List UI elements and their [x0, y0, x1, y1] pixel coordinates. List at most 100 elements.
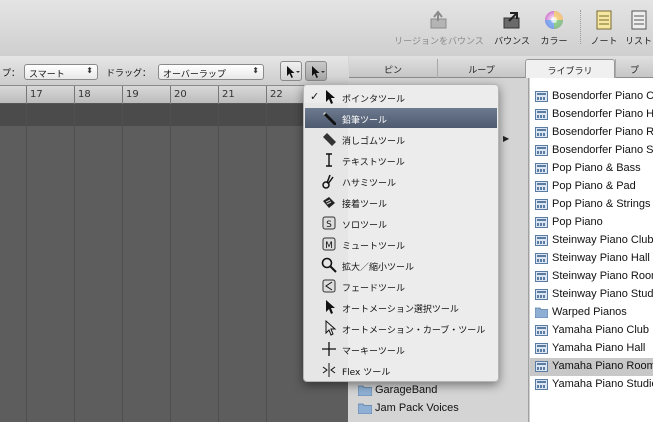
menu-item-label: ポインタツール	[342, 95, 406, 105]
patch-label: Steinway Piano Room	[552, 270, 653, 282]
patch-icon	[535, 253, 548, 264]
menu-item-zoom[interactable]: 拡大／縮小ツール	[305, 255, 497, 275]
zoom-icon	[321, 257, 337, 273]
menu-item-marquee[interactable]: マーキーツール	[305, 339, 497, 359]
grid-line	[218, 104, 219, 422]
ruler-mark: 19	[122, 86, 139, 104]
drag-mode-popup[interactable]: オーバーラップ ⬍	[158, 64, 264, 80]
menu-item-automation-select[interactable]: オートメーション選択ツール	[305, 297, 497, 317]
menu-item-label: 拡大／縮小ツール	[342, 263, 415, 273]
note-label: ノート	[590, 37, 618, 47]
library-patch-item[interactable]: Pop Piano & Strings	[530, 196, 653, 214]
menu-item-glue[interactable]: 接着ツール	[305, 192, 497, 212]
patch-icon	[535, 343, 548, 354]
command-click-tool-button[interactable]	[305, 61, 327, 81]
tab-browser[interactable]: プ	[615, 59, 653, 78]
list-label: リスト	[624, 37, 652, 47]
list-button[interactable]: リスト	[624, 10, 653, 52]
patch-label: Pop Piano	[552, 216, 603, 228]
patch-icon	[535, 109, 548, 120]
toolbar-separator	[580, 10, 581, 44]
library-patch-item[interactable]: Bosendorfer Piano St	[530, 142, 653, 160]
menu-item-automation-curve[interactable]: オートメーション・カーブ・ツール	[305, 318, 497, 338]
mode-popup[interactable]: スマート ⬍	[24, 64, 98, 80]
menu-item-label: ミュートツール	[342, 242, 406, 252]
popup-arrows-icon: ⬍	[86, 66, 93, 75]
library-patch-item[interactable]: Pop Piano & Bass	[530, 160, 653, 178]
library-patch-column[interactable]: Bosendorfer Piano Cl Bosendorfer Piano Ha…	[530, 78, 653, 422]
tab-bin[interactable]: ピン	[349, 59, 437, 78]
library-patch-item[interactable]: Yamaha Piano Studio	[530, 376, 653, 394]
patch-icon	[535, 145, 548, 156]
library-patch-item[interactable]: Bosendorfer Piano Cl	[530, 88, 653, 106]
popup-arrows-icon: ⬍	[252, 66, 259, 75]
grid-line	[266, 104, 267, 422]
track-lanes[interactable]	[0, 104, 348, 422]
tab-loops[interactable]: ループ	[437, 59, 525, 78]
pointer-tool-icon	[287, 66, 300, 78]
library-folder-item[interactable]: GarageBand	[355, 382, 525, 400]
patch-icon	[535, 235, 548, 246]
grid-line	[74, 104, 75, 422]
library-patch-item[interactable]: Pop Piano & Pad	[530, 178, 653, 196]
region-bounce-button[interactable]: リージョンをバウンス	[392, 10, 486, 52]
track-header-band	[0, 104, 348, 126]
library-patch-item[interactable]: Steinway Piano Club	[530, 232, 653, 250]
menu-item-label: テキストツール	[342, 158, 405, 168]
patch-icon	[535, 199, 548, 210]
patch-label: Pop Piano & Bass	[552, 162, 641, 174]
patch-icon	[535, 163, 548, 174]
drag-label: ドラッグ：	[106, 69, 152, 79]
menu-item-solo[interactable]: S ソロツール	[305, 213, 497, 233]
library-patch-item[interactable]: Warped Pianos	[530, 304, 653, 322]
drag-mode-value: オーバーラップ	[163, 70, 226, 80]
fade-icon	[322, 279, 336, 293]
mute-icon: M	[322, 237, 336, 251]
mode-label: プ：	[2, 69, 21, 79]
library-patch-item[interactable]: Bosendorfer Piano Ro	[530, 124, 653, 142]
menu-item-text-cursor[interactable]: テキストツール	[305, 150, 497, 170]
library-patch-item[interactable]: Steinway Piano Room	[530, 268, 653, 286]
patch-icon	[535, 325, 548, 336]
color-button[interactable]: カラー	[536, 10, 572, 52]
library-patch-item[interactable]: Steinway Piano Studio	[530, 286, 653, 304]
menu-item-label: 接着ツール	[342, 200, 388, 210]
menu-item-label: 消しゴムツール	[342, 137, 406, 147]
library-patch-item[interactable]: Yamaha Piano Room	[530, 358, 653, 376]
menu-item-label: フェードツール	[342, 284, 406, 294]
bar-ruler[interactable]: 17 18 19 20 21 22	[0, 86, 348, 104]
flex-icon	[322, 363, 336, 377]
menu-item-fade[interactable]: フェードツール	[305, 276, 497, 296]
menu-item-flex[interactable]: Flex ツール	[305, 360, 497, 380]
menu-item-eraser[interactable]: 消しゴムツール	[305, 129, 497, 149]
menu-item-scissors[interactable]: ハサミツール	[305, 171, 497, 191]
menu-item-pointer[interactable]: ✓ ポインタツール	[305, 87, 497, 107]
library-patch-item[interactable]: Steinway Piano Hall	[530, 250, 653, 268]
patch-icon	[535, 181, 548, 192]
color-wheel-icon	[545, 11, 563, 29]
menu-item-label: マーキーツール	[342, 347, 405, 357]
menu-item-mute[interactable]: M ミュートツール	[305, 234, 497, 254]
note-button[interactable]: ノート	[588, 10, 620, 52]
left-click-tool-button[interactable]	[280, 61, 302, 81]
menu-item-pencil[interactable]: 鉛筆ツール	[305, 108, 497, 128]
folder-icon	[535, 307, 548, 318]
main-toolbar: リージョンをバウンス バウンス カラー ノート リスト	[0, 0, 653, 56]
marquee-icon	[322, 342, 336, 356]
patch-label: Yamaha Piano Room	[552, 360, 653, 372]
library-patch-item[interactable]: Yamaha Piano Club	[530, 322, 653, 340]
library-patch-item[interactable]: Pop Piano	[530, 214, 653, 232]
solo-icon: S	[322, 216, 336, 230]
patch-label: Bosendorfer Piano Cl	[552, 90, 653, 102]
bounce-button[interactable]: バウンス	[492, 10, 532, 52]
menu-item-label: 鉛筆ツール	[342, 116, 388, 126]
folder-icon	[358, 403, 372, 414]
patch-label: Bosendorfer Piano St	[552, 144, 653, 156]
library-patch-item[interactable]: Bosendorfer Piano Ha	[530, 106, 653, 124]
svg-text:S: S	[326, 220, 332, 230]
tab-library[interactable]: ライブラリ	[525, 59, 615, 78]
patch-label: Steinway Piano Studio	[552, 288, 653, 300]
library-folder-item[interactable]: Jam Pack Voices	[355, 400, 525, 418]
library-patch-item[interactable]: Yamaha Piano Hall	[530, 340, 653, 358]
glue-icon	[323, 197, 335, 208]
